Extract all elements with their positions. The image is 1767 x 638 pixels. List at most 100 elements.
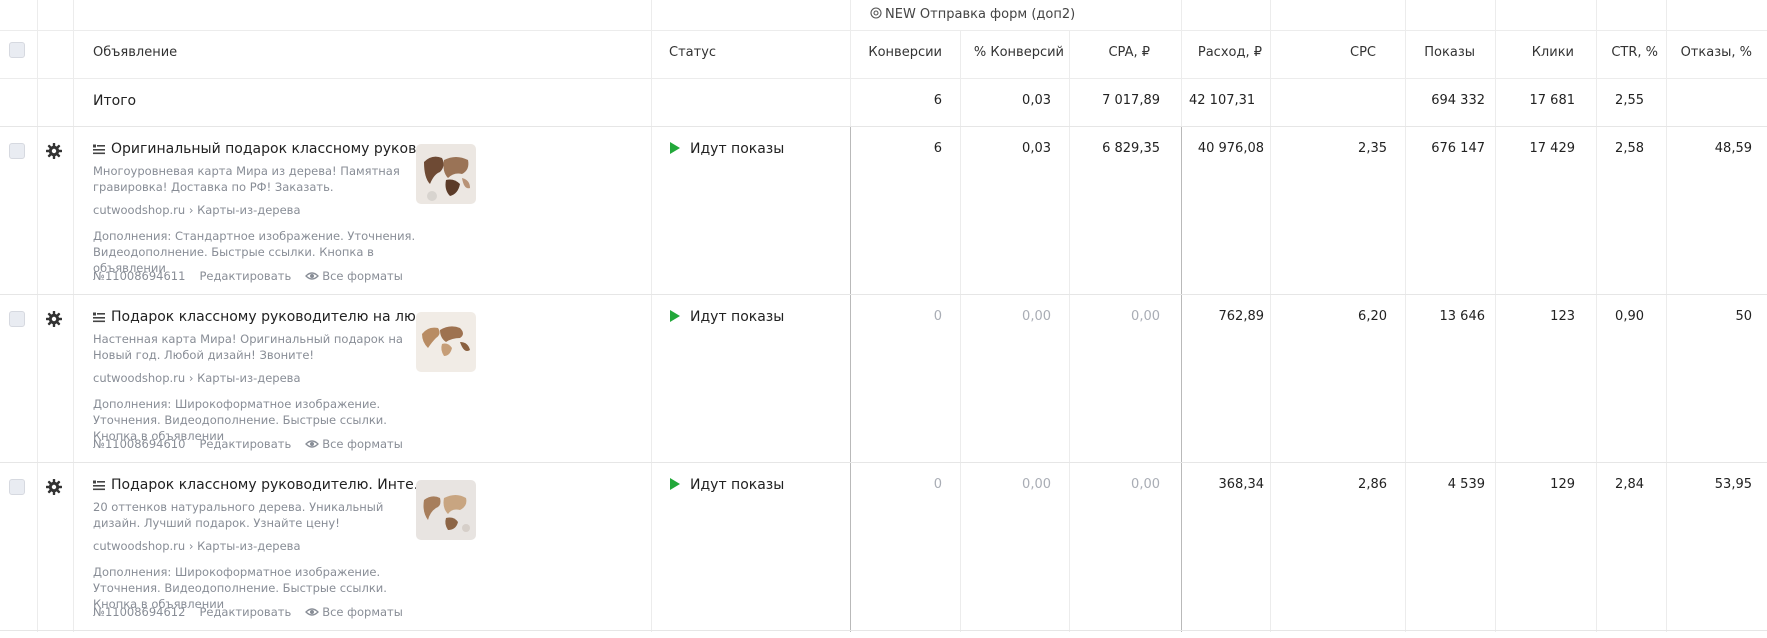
text-ad-icon — [93, 480, 105, 491]
ad-conv-pct: 0,03 — [1022, 141, 1051, 156]
ad-display-url: cutwoodshop.ru › Карты-из-дерева — [93, 203, 301, 217]
row-checkbox[interactable] — [9, 143, 25, 159]
ad-conv-pct: 0,00 — [1022, 309, 1051, 324]
ad-status-label: Идут показы — [690, 141, 785, 157]
ad-meta-links: №11008694610 Редактировать Все форматы — [93, 437, 417, 451]
ad-display-url: cutwoodshop.ru › Карты-из-дерева — [93, 539, 301, 553]
ad-status-label: Идут показы — [690, 477, 785, 493]
ad-status: Идут показы — [670, 141, 784, 157]
col-header-ad[interactable]: Объявление — [93, 45, 177, 60]
play-icon — [670, 478, 680, 490]
ad-bounces: 53,95 — [1714, 477, 1752, 492]
all-formats-link[interactable]: Все форматы — [322, 269, 403, 283]
col-header-status[interactable]: Статус — [669, 45, 716, 60]
total-conversions: 6 — [933, 93, 942, 108]
ad-impressions: 13 646 — [1439, 309, 1486, 324]
ad-row: Оригинальный подарок классному руков... … — [0, 126, 1767, 295]
row-checkbox[interactable] — [9, 311, 25, 327]
ad-meta-links: №11008694611 Редактировать Все форматы — [93, 269, 417, 283]
ad-thumbnail[interactable] — [416, 480, 476, 540]
edit-link[interactable]: Редактировать — [199, 605, 291, 619]
total-conv-pct: 0,03 — [1022, 93, 1051, 108]
column-header-row: Объявление Статус Конверсии % Конверсий … — [0, 30, 1767, 79]
ad-impressions: 4 539 — [1447, 477, 1485, 492]
ad-conversions: 6 — [933, 141, 942, 156]
eye-icon — [305, 440, 320, 448]
ad-text: Настенная карта Мира! Оригинальный подар… — [93, 332, 403, 362]
total-cpa: 7 017,89 — [1102, 93, 1160, 108]
ad-impressions: 676 147 — [1431, 141, 1485, 156]
ad-cpc: 2,35 — [1358, 141, 1387, 156]
col-header-ctr[interactable]: CTR, % — [1611, 45, 1658, 60]
ad-spend: 368,34 — [1218, 477, 1265, 492]
goal-header-row: NEW Отправка форм (доп2) — [0, 0, 1767, 31]
edit-link[interactable]: Редактировать — [199, 437, 291, 451]
play-icon — [670, 310, 680, 322]
text-ad-icon — [93, 312, 105, 323]
row-checkbox[interactable] — [9, 479, 25, 495]
total-clicks: 17 681 — [1529, 93, 1576, 108]
ad-conversions: 0 — [933, 309, 942, 324]
total-impressions: 694 332 — [1431, 93, 1485, 108]
all-formats-link[interactable]: Все форматы — [322, 605, 403, 619]
ad-title[interactable]: Оригинальный подарок классному руков... — [111, 141, 430, 157]
total-ctr: 2,55 — [1615, 93, 1644, 108]
ad-cpc: 6,20 — [1358, 309, 1387, 324]
ad-conversions: 0 — [933, 477, 942, 492]
ad-status: Идут показы — [670, 309, 784, 325]
col-header-cpc[interactable]: CPC — [1350, 45, 1376, 60]
ads-report-table: NEW Отправка форм (доп2) Объявление Стат… — [0, 0, 1767, 638]
all-formats-link[interactable]: Все форматы — [322, 437, 403, 451]
goal-header: NEW Отправка форм (доп2) — [870, 7, 1075, 22]
ad-spend: 762,89 — [1218, 309, 1265, 324]
select-all-checkbox[interactable] — [9, 42, 25, 58]
col-header-cpa[interactable]: CPA, ₽ — [1108, 45, 1150, 60]
target-icon — [870, 7, 882, 19]
text-ad-icon — [93, 144, 105, 155]
ad-conv-pct: 0,00 — [1022, 477, 1051, 492]
eye-icon — [305, 608, 320, 616]
ad-clicks: 123 — [1550, 309, 1575, 324]
ad-bounces: 50 — [1735, 309, 1752, 324]
ad-cpa: 6 829,35 — [1102, 141, 1160, 156]
ad-cpa: 0,00 — [1131, 309, 1160, 324]
goal-header-label: NEW Отправка форм (доп2) — [885, 7, 1076, 22]
ad-title[interactable]: Подарок классному руководителю. Инте... — [111, 477, 427, 493]
ad-bounces: 48,59 — [1714, 141, 1752, 156]
col-header-impressions[interactable]: Показы — [1424, 45, 1475, 60]
total-label: Итого — [93, 93, 137, 109]
ad-title[interactable]: Подарок классному руководителю на лю... — [111, 309, 429, 325]
ad-ctr: 2,58 — [1615, 141, 1644, 156]
ad-meta-links: №11008694612 Редактировать Все форматы — [93, 605, 417, 619]
gear-icon[interactable] — [45, 142, 63, 160]
ad-id: №11008694611 — [93, 269, 186, 283]
col-header-bounces[interactable]: Отказы, % — [1681, 45, 1752, 60]
ad-ctr: 2,84 — [1615, 477, 1644, 492]
gear-icon[interactable] — [45, 478, 63, 496]
ad-thumbnail[interactable] — [416, 144, 476, 204]
ad-status-label: Идут показы — [690, 309, 785, 325]
total-spend: 42 107,31 — [1189, 93, 1256, 108]
ad-display-url: cutwoodshop.ru › Карты-из-дерева — [93, 371, 301, 385]
ad-row: Подарок классному руководителю на лю... … — [0, 294, 1767, 463]
ad-id: №11008694610 — [93, 437, 186, 451]
ad-ctr: 0,90 — [1615, 309, 1644, 324]
ad-cpc: 2,86 — [1358, 477, 1387, 492]
ad-row: Подарок классному руководителю. Инте... … — [0, 462, 1767, 631]
col-header-clicks[interactable]: Клики — [1532, 45, 1574, 60]
ad-status: Идут показы — [670, 477, 784, 493]
col-header-conversions[interactable]: Конверсии — [868, 45, 942, 60]
ad-text: Многоуровневая карта Мира из дерева! Пам… — [93, 164, 400, 194]
eye-icon — [305, 272, 320, 280]
ad-thumbnail[interactable] — [416, 312, 476, 372]
ad-clicks: 17 429 — [1529, 141, 1576, 156]
ad-cpa: 0,00 — [1131, 477, 1160, 492]
play-icon — [670, 142, 680, 154]
total-row: Итого 6 0,03 7 017,89 42 107,31 694 332 … — [0, 78, 1767, 127]
col-header-spend[interactable]: Расход, ₽ — [1198, 45, 1262, 60]
edit-link[interactable]: Редактировать — [199, 269, 291, 283]
ad-text: 20 оттенков натурального дерева. Уникаль… — [93, 500, 384, 530]
ad-id: №11008694612 — [93, 605, 186, 619]
col-header-conv-pct[interactable]: % Конверсий — [974, 45, 1064, 60]
gear-icon[interactable] — [45, 310, 63, 328]
